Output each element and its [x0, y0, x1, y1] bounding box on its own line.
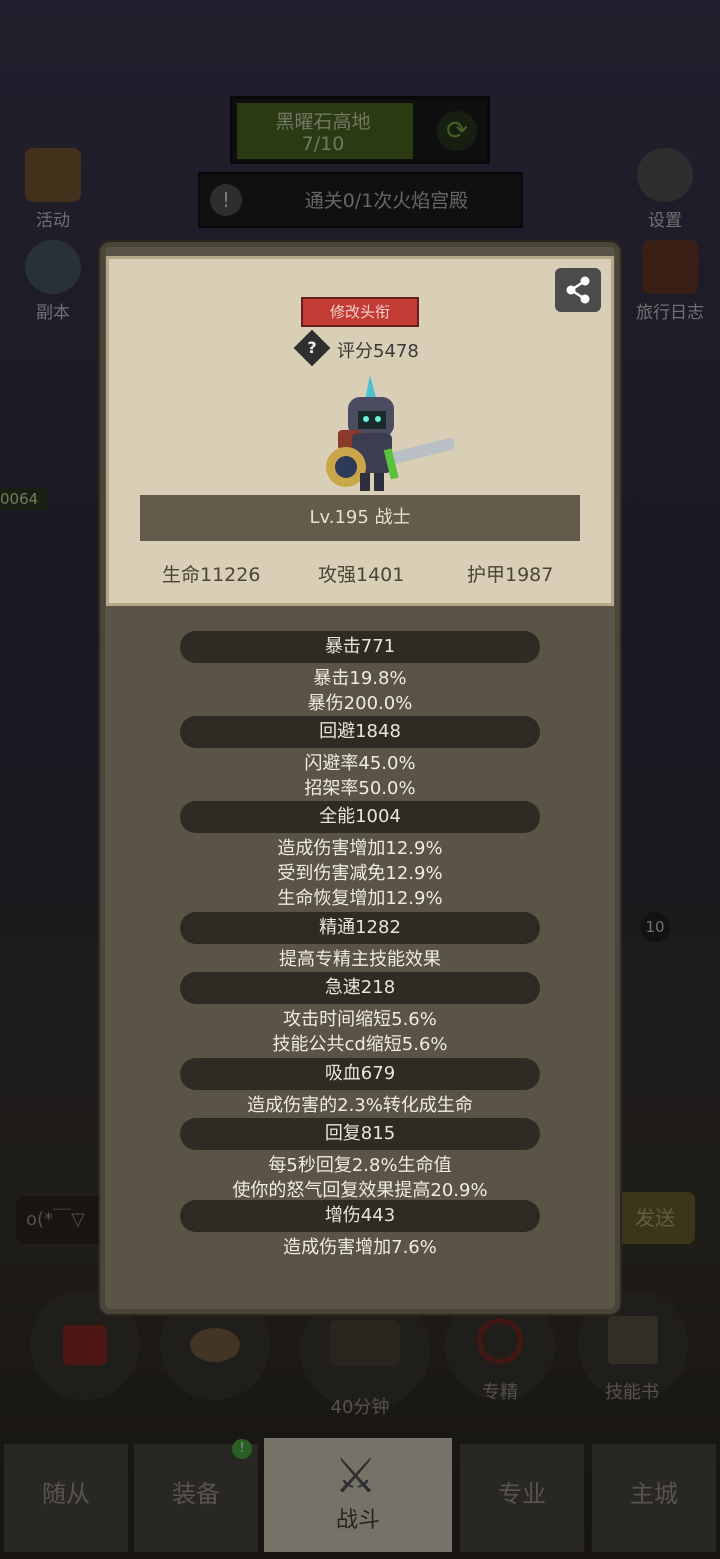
help-question-mark: ? — [307, 338, 317, 357]
stat-line: 暴击19.8% — [313, 668, 407, 689]
stat-line: 造成伤害增加12.9% — [277, 838, 443, 859]
hp-stat: 生命11226 — [162, 564, 261, 586]
stat-line: 招架率50.0% — [304, 778, 416, 799]
share-icon[interactable] — [555, 268, 601, 312]
stat-line: 提高专精主技能效果 — [279, 949, 441, 970]
change-title-button[interactable]: 修改头衔 — [301, 297, 419, 327]
stat-line: 每5秒回复2.8%生命值 — [268, 1155, 452, 1176]
attack-stat: 攻强1401 — [318, 564, 405, 586]
stat-line: 受到伤害减免12.9% — [277, 863, 443, 884]
stat-header: 增伤443 — [180, 1200, 540, 1232]
stat-line: 攻击时间缩短5.6% — [283, 1009, 437, 1030]
stat-line: 造成伤害增加7.6% — [283, 1237, 437, 1258]
stat-line: 使你的怒气回复效果提高20.9% — [232, 1180, 488, 1201]
stat-header: 暴击771 — [180, 631, 540, 663]
armor-stat: 护甲1987 — [467, 564, 554, 586]
stat-line: 闪避率45.0% — [304, 753, 416, 774]
stat-header: 回复815 — [180, 1118, 540, 1150]
stat-header: 回避1848 — [180, 716, 540, 748]
stat-line: 暴伤200.0% — [307, 693, 413, 714]
stat-header: 精通1282 — [180, 912, 540, 944]
stat-header: 急速218 — [180, 972, 540, 1004]
score-label: 评分5478 — [337, 341, 419, 362]
warrior-avatar — [326, 375, 455, 491]
stat-line: 技能公共cd缩短5.6% — [272, 1034, 448, 1055]
stat-line: 生命恢复增加12.9% — [277, 888, 443, 909]
share-glyph — [566, 276, 590, 304]
stat-header: 全能1004 — [180, 801, 540, 833]
stat-header: 吸血679 — [180, 1058, 540, 1090]
stat-line: 造成伤害的2.3%转化成生命 — [247, 1095, 473, 1116]
level-class-bar: Lv.195 战士 — [140, 495, 580, 541]
